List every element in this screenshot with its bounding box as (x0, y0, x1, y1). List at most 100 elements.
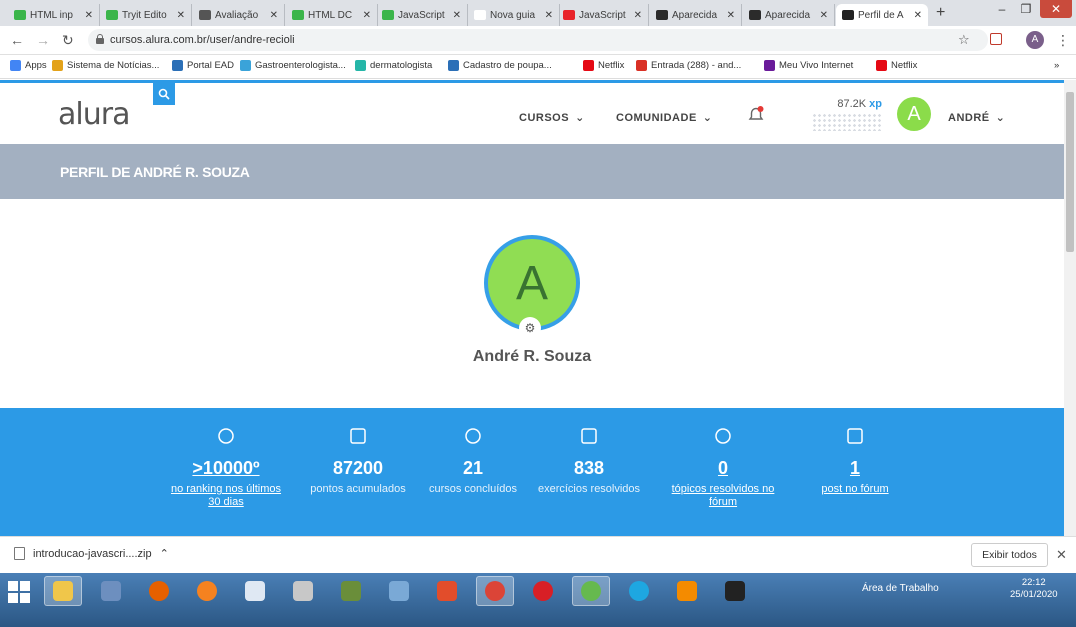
browser-tab[interactable]: Aparecida ✕ (743, 4, 835, 26)
bookmark-item[interactable]: Portal EAD (172, 60, 234, 71)
browser-tab[interactable]: Aparecida ✕ (650, 4, 742, 26)
browser-tab[interactable]: HTML DC ✕ (286, 4, 378, 26)
taskbar-network-tool-icon[interactable] (92, 576, 130, 606)
stat-item[interactable]: 1 post no fórum (795, 426, 915, 496)
menu-cursos[interactable]: CURSOS ⌄ (519, 111, 585, 125)
chevron-up-icon[interactable]: ⌃ (160, 547, 169, 560)
close-tab-icon[interactable]: ✕ (177, 10, 185, 21)
taskbar-internet-explorer-icon[interactable] (620, 576, 658, 606)
bookmark-item[interactable]: Netflix (583, 60, 624, 71)
stat-label[interactable]: no ranking nos últimos 30 dias (166, 483, 286, 509)
taskbar-file-explorer-icon[interactable] (44, 576, 82, 606)
profile-name: André R. Souza (472, 348, 592, 365)
taskbar-vlc-icon[interactable] (668, 576, 706, 606)
taskbar-window-app-icon[interactable] (236, 576, 274, 606)
close-tab-icon[interactable]: ✕ (453, 10, 461, 21)
close-download-bar-icon[interactable]: ✕ (1056, 547, 1067, 563)
windows-start-icon[interactable] (8, 581, 30, 603)
close-tab-icon[interactable]: ✕ (820, 10, 828, 21)
bookmark-item[interactable]: Apps (10, 60, 47, 71)
profile-avatar-icon[interactable]: A (1026, 31, 1044, 49)
xp-progress-grid (812, 113, 882, 131)
page-scrollbar[interactable] (1064, 80, 1076, 536)
stat-value[interactable]: 1 (795, 458, 915, 479)
browser-tab-bar: + – ❐ ✕ HTML inp ✕ Tryit Edito ✕ Avaliação ✕ H… (0, 0, 1076, 26)
alura-logo[interactable]: alura (58, 97, 130, 132)
clock-date: 25/01/2020 (1010, 589, 1058, 600)
close-tab-icon[interactable]: ✕ (545, 10, 553, 21)
taskbar-atom-icon[interactable] (572, 576, 610, 606)
forward-icon[interactable]: → (36, 32, 50, 48)
taskbar-tool-app-icon[interactable] (284, 576, 322, 606)
user-menu[interactable]: ANDRÉ ⌄ (948, 111, 1005, 125)
browser-tab[interactable]: Perfil de A ✕ (836, 4, 928, 26)
search-icon[interactable] (153, 83, 175, 105)
browser-tab[interactable]: Avaliação ✕ (193, 4, 285, 26)
close-tab-icon[interactable]: ✕ (270, 10, 278, 21)
download-item[interactable]: introducao-javascri....zip ⌃ (14, 547, 169, 560)
stat-label: cursos concluídos (428, 483, 518, 495)
new-tab-button[interactable]: + (936, 4, 945, 22)
tab-favicon-icon (656, 10, 668, 20)
chrome-menu-icon[interactable]: ⋮ (1056, 32, 1070, 49)
taskbar-firefox-icon[interactable] (140, 576, 178, 606)
tab-favicon-icon (199, 10, 211, 20)
bookmark-item[interactable]: Entrada (288) - and... (636, 60, 741, 71)
taskbar-cmd-icon[interactable] (716, 576, 754, 606)
close-tab-icon[interactable]: ✕ (363, 10, 371, 21)
bookmark-item[interactable]: Netflix (876, 60, 917, 71)
browser-tab[interactable]: JavaScript ✕ (376, 4, 468, 26)
stat-item: 838 exercícios resolvidos (529, 426, 649, 496)
address-bar[interactable]: cursos.alura.com.br/user/andre-recioli (88, 29, 988, 51)
taskbar-avast-icon[interactable] (188, 576, 226, 606)
taskbar-terminal-app-icon[interactable] (332, 576, 370, 606)
bookmark-label: Portal EAD (187, 60, 234, 71)
taskbar-flash-icon[interactable] (524, 576, 562, 606)
stat-value[interactable]: 0 (663, 458, 783, 479)
bookmark-item[interactable]: Cadastro de poupa... (448, 60, 552, 71)
stat-item[interactable]: >10000º no ranking nos últimos 30 dias (166, 426, 286, 509)
bookmark-icon (355, 60, 366, 71)
windows-taskbar: Área de Trabalho 22:12 25/01/2020 (0, 573, 1076, 627)
system-clock[interactable]: 22:12 25/01/2020 (1010, 577, 1058, 601)
restore-window-icon[interactable]: ❐ (1014, 0, 1038, 18)
back-icon[interactable]: ← (10, 32, 24, 48)
bookmark-item[interactable]: Sistema de Notícias... (52, 60, 159, 71)
bookmark-item[interactable]: Gastroenterologista... (240, 60, 346, 71)
reload-icon[interactable]: ↻ (62, 32, 74, 49)
show-all-downloads-button[interactable]: Exibir todos (971, 543, 1048, 567)
bookmark-label: Netflix (891, 60, 918, 71)
browser-tab[interactable]: HTML inp ✕ (8, 4, 100, 26)
stat-label[interactable]: tópicos resolvidos no fórum (663, 483, 783, 509)
stat-label[interactable]: post no fórum (795, 483, 915, 496)
browser-tab[interactable]: JavaScript ✕ (557, 4, 649, 26)
browser-tab[interactable]: Nova guia ✕ (468, 4, 560, 26)
taskbar-notepad-icon[interactable] (380, 576, 418, 606)
tab-label: JavaScript (579, 9, 626, 21)
bookmark-star-icon[interactable]: ☆ (958, 32, 970, 48)
gear-icon[interactable]: ⚙ (519, 317, 541, 339)
close-window-icon[interactable]: ✕ (1040, 0, 1072, 18)
menu-comunidade[interactable]: COMUNIDADE ⌄ (616, 111, 713, 125)
stat-value[interactable]: >10000º (166, 458, 286, 479)
bookmark-label: Entrada (288) - and... (651, 60, 742, 71)
bookmark-item[interactable]: Meu Vivo Internet (764, 60, 853, 71)
minimize-window-icon[interactable]: – (990, 0, 1014, 18)
bookmark-item[interactable]: dermatologista (355, 60, 432, 71)
close-tab-icon[interactable]: ✕ (914, 10, 922, 21)
scrollbar-thumb[interactable] (1066, 92, 1074, 252)
bookmark-icon (876, 60, 887, 71)
close-tab-icon[interactable]: ✕ (85, 10, 93, 21)
browser-tab[interactable]: Tryit Edito ✕ (100, 4, 192, 26)
close-tab-icon[interactable]: ✕ (634, 10, 642, 21)
stat-item[interactable]: 0 tópicos resolvidos no fórum (663, 426, 783, 509)
close-tab-icon[interactable]: ✕ (727, 10, 735, 21)
extension-icon[interactable] (990, 33, 1002, 45)
page-title: PERFIL DE ANDRÉ R. SOUZA (60, 164, 250, 180)
taskbar-chrome-icon[interactable] (476, 576, 514, 606)
notification-bell-icon[interactable] (746, 105, 766, 130)
more-bookmarks-icon[interactable]: » (1054, 60, 1059, 71)
taskbar-media-app-icon[interactable] (428, 576, 466, 606)
avatar[interactable]: A (897, 97, 931, 131)
desktop-toolbar-label[interactable]: Área de Trabalho (862, 583, 939, 594)
